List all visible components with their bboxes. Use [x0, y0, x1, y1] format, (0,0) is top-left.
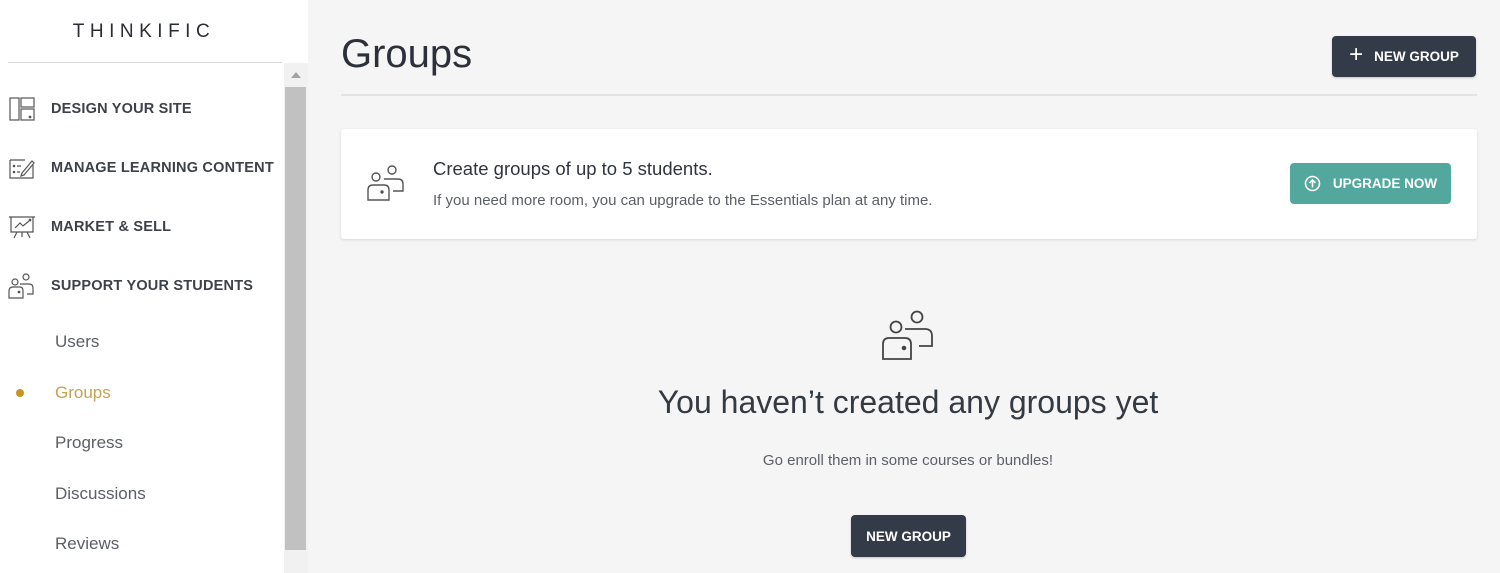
- sidebar-subitem-discussions[interactable]: Discussions: [0, 477, 284, 511]
- upgrade-now-button[interactable]: UPGRADE NOW: [1290, 163, 1451, 204]
- new-group-button-label: NEW GROUP: [1374, 49, 1459, 64]
- thinkific-logo[interactable]: THINKIFIC: [0, 0, 288, 62]
- info-card-subtitle: If you need more room, you can upgrade t…: [433, 192, 933, 209]
- empty-state-new-group-button[interactable]: NEW GROUP: [851, 515, 966, 557]
- header-divider: [341, 94, 1477, 96]
- sidebar-subitem-label: Groups: [55, 383, 111, 402]
- sidebar-item-label: DESIGN YOUR SITE: [51, 101, 192, 117]
- sidebar-item-design-your-site[interactable]: DESIGN YOUR SITE: [0, 89, 192, 129]
- sidebar-item-label: SUPPORT YOUR STUDENTS: [51, 278, 254, 294]
- sidebar-subitem-label: Progress: [55, 433, 124, 452]
- scroll-up-arrow-icon[interactable]: [284, 63, 308, 87]
- new-group-button[interactable]: + NEW GROUP: [1332, 36, 1476, 77]
- sidebar-scrollbar-thumb[interactable]: [285, 87, 306, 550]
- layout-icon: [6, 94, 38, 124]
- users-icon: [365, 164, 409, 204]
- empty-state-subtitle: Go enroll them in some courses or bundle…: [762, 452, 1054, 469]
- sidebar-item-label: MANAGE LEARNING CONTENT: [51, 160, 274, 176]
- sidebar-subitem-users[interactable]: Users: [0, 325, 284, 359]
- empty-state-title: You haven’t created any groups yet: [657, 384, 1159, 420]
- sidebar-subitem-label: Discussions: [55, 484, 146, 503]
- edit-board-icon: [6, 153, 38, 183]
- sidebar-subitem-label: Reviews: [55, 534, 120, 553]
- sidebar: THINKIFIC DESIGN YOUR SITE MANAGE LEARNI…: [0, 0, 308, 573]
- arrow-up-circle-icon: [1304, 175, 1321, 192]
- sidebar-subitem-label: Users: [55, 332, 100, 351]
- main-content: Groups + NEW GROUP Create groups of up t…: [308, 0, 1500, 573]
- sidebar-item-manage-learning-content[interactable]: MANAGE LEARNING CONTENT: [0, 148, 274, 188]
- active-indicator-dot: [16, 389, 24, 397]
- sidebar-subitem-groups[interactable]: Groups: [0, 376, 284, 410]
- plus-icon: +: [1349, 41, 1364, 68]
- sidebar-subitem-progress[interactable]: Progress: [0, 426, 284, 460]
- users-icon: [6, 271, 38, 301]
- logo-divider: [8, 62, 282, 63]
- sidebar-item-support-your-students[interactable]: SUPPORT YOUR STUDENTS: [0, 266, 253, 306]
- sidebar-item-label: MARKET & SELL: [51, 219, 172, 235]
- page-title: Groups: [341, 32, 473, 76]
- info-card-title: Create groups of up to 5 students.: [433, 158, 713, 179]
- upgrade-now-label: UPGRADE NOW: [1332, 176, 1438, 191]
- presentation-chart-icon: [6, 212, 38, 242]
- sidebar-item-market-and-sell[interactable]: MARKET & SELL: [0, 207, 171, 247]
- users-icon: [879, 308, 939, 362]
- sidebar-subitem-reviews[interactable]: Reviews: [0, 527, 284, 561]
- upgrade-info-card: Create groups of up to 5 students. If yo…: [341, 129, 1477, 239]
